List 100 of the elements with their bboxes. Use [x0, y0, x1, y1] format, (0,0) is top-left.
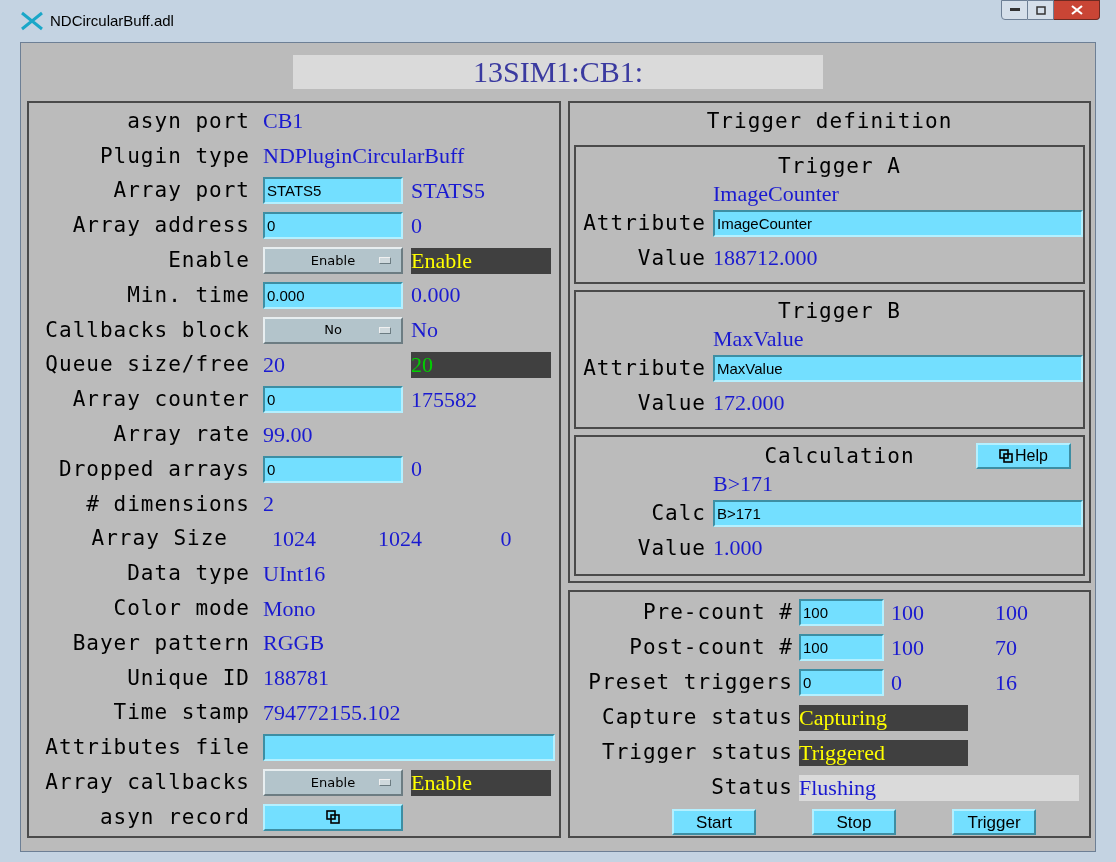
input-field[interactable]: 100 — [799, 634, 884, 661]
input-field[interactable]: 0 — [263, 212, 403, 240]
status-readback: Enable — [411, 249, 473, 272]
field-label: Status — [710, 777, 793, 798]
readback-value: 16 — [995, 671, 1017, 694]
readback-value: 794772155.102 — [263, 701, 401, 724]
related-display-icon — [326, 810, 340, 825]
field-label: Color mode — [112, 598, 251, 620]
readback-value: 100 — [891, 636, 925, 659]
status-message: Flushing — [799, 774, 1079, 801]
readback-value: 1024 — [377, 527, 423, 550]
field-label: asyn record — [98, 806, 251, 828]
readback-value: 0 — [411, 214, 422, 237]
readback-value: ImageCounter — [713, 182, 839, 205]
readback-value: B>171 — [713, 472, 774, 495]
readback-value: MaxValue — [713, 327, 804, 350]
maximize-button[interactable] — [1028, 0, 1054, 20]
field-label: Trigger status — [601, 742, 793, 763]
field-label: Callbacks block — [44, 319, 251, 341]
field-label: Array rate — [112, 424, 251, 446]
field-label: Preset triggers — [587, 672, 793, 693]
field-label: Capture status — [601, 707, 793, 728]
menu-indicator-icon — [379, 257, 391, 265]
readback-value: STATS5 — [411, 180, 486, 202]
input-field[interactable]: 0.000 — [263, 281, 403, 309]
field-label: # dimensions — [85, 493, 251, 515]
status-readback: Enable — [411, 771, 473, 794]
input-field[interactable]: 0 — [263, 455, 403, 483]
help-button[interactable]: Help — [976, 443, 1071, 469]
close-button[interactable] — [1054, 0, 1100, 20]
input-field[interactable]: STATS5 — [263, 177, 403, 205]
field-label: Data type — [126, 563, 251, 585]
readback-value: 1024 — [271, 527, 317, 550]
readback-value: 172.000 — [713, 392, 785, 414]
close-icon — [1070, 5, 1083, 15]
restore-icon — [1035, 5, 1046, 15]
field-label: Array Size — [90, 528, 229, 550]
field-label: asyn port — [126, 110, 251, 132]
readback-value: 1.000 — [713, 537, 763, 559]
field-label: Value — [636, 392, 706, 414]
readback-value: No — [411, 319, 438, 342]
field-label: Calc — [650, 503, 706, 524]
field-label: Bayer pattern — [71, 632, 251, 654]
input-field[interactable]: 0 — [799, 669, 884, 696]
minimize-button[interactable] — [1001, 0, 1028, 20]
device-prefix-title: 13SIM1:CB1: — [293, 55, 823, 89]
field-label: Attributes file — [44, 737, 251, 759]
readback-value: 0.000 — [411, 284, 461, 307]
menu-button[interactable]: No — [263, 316, 403, 344]
input-field[interactable]: 0 — [263, 386, 403, 414]
minimize-icon — [1009, 8, 1020, 12]
readback-value: 0 — [411, 458, 422, 481]
field-label: Attribute — [582, 358, 706, 379]
readback-value: UInt16 — [263, 562, 326, 585]
field-label: Post-count # — [628, 637, 793, 658]
readback-value: 70 — [995, 636, 1017, 659]
section-title: Trigger B — [777, 297, 902, 325]
related-display-icon — [999, 449, 1014, 463]
input-field[interactable]: B>171 — [713, 500, 1083, 527]
field-label: Array counter — [71, 389, 251, 411]
readback-value: NDPluginCircularBuff — [263, 145, 465, 168]
section-title: Calculation — [764, 445, 915, 467]
status-readback: Triggered — [799, 741, 885, 764]
action-button[interactable]: Stop — [812, 809, 896, 835]
readback-value: 100 — [995, 601, 1028, 624]
menu-button[interactable]: Enable — [263, 769, 403, 797]
readback-value: 0 — [891, 671, 903, 694]
field-label: Plugin type — [98, 145, 251, 167]
input-field[interactable]: ImageCounter — [713, 210, 1083, 237]
field-label: Min. time — [126, 284, 251, 306]
field-label: Attribute — [582, 213, 706, 234]
menu-button[interactable]: Enable — [263, 247, 403, 275]
field-label: Value — [636, 247, 706, 269]
input-field[interactable]: 100 — [799, 599, 884, 626]
field-label: Array address — [71, 215, 251, 237]
status-readback: 20 — [411, 353, 433, 376]
readback-value: 100 — [891, 601, 925, 624]
field-label: Time stamp — [112, 702, 251, 724]
input-field[interactable]: MaxValue — [713, 355, 1083, 382]
field-label: Queue size/free — [44, 354, 251, 376]
readback-value: RGGB — [263, 632, 325, 655]
field-label: Unique ID — [126, 667, 251, 689]
action-button[interactable]: Trigger — [952, 809, 1036, 835]
window-title: NDCircularBuff.adl — [50, 10, 174, 31]
app-icon — [20, 11, 44, 31]
menu-indicator-icon — [379, 326, 391, 334]
field-label: Pre-count # — [641, 602, 793, 623]
input-field[interactable] — [263, 734, 555, 762]
readback-value: 175582 — [411, 388, 477, 411]
section-title: Trigger definition — [705, 107, 954, 135]
field-label: Value — [636, 537, 706, 559]
readback-value: 2 — [263, 493, 274, 516]
related-display-button[interactable] — [263, 803, 403, 831]
field-label: Enable — [167, 250, 251, 272]
readback-value: 20 — [263, 353, 286, 376]
readback-value: 188781 — [263, 667, 329, 690]
section-title: Trigger A — [777, 152, 902, 180]
action-button[interactable]: Start — [672, 809, 756, 835]
readback-value: 99.00 — [263, 423, 313, 446]
field-label: Dropped arrays — [58, 458, 251, 480]
